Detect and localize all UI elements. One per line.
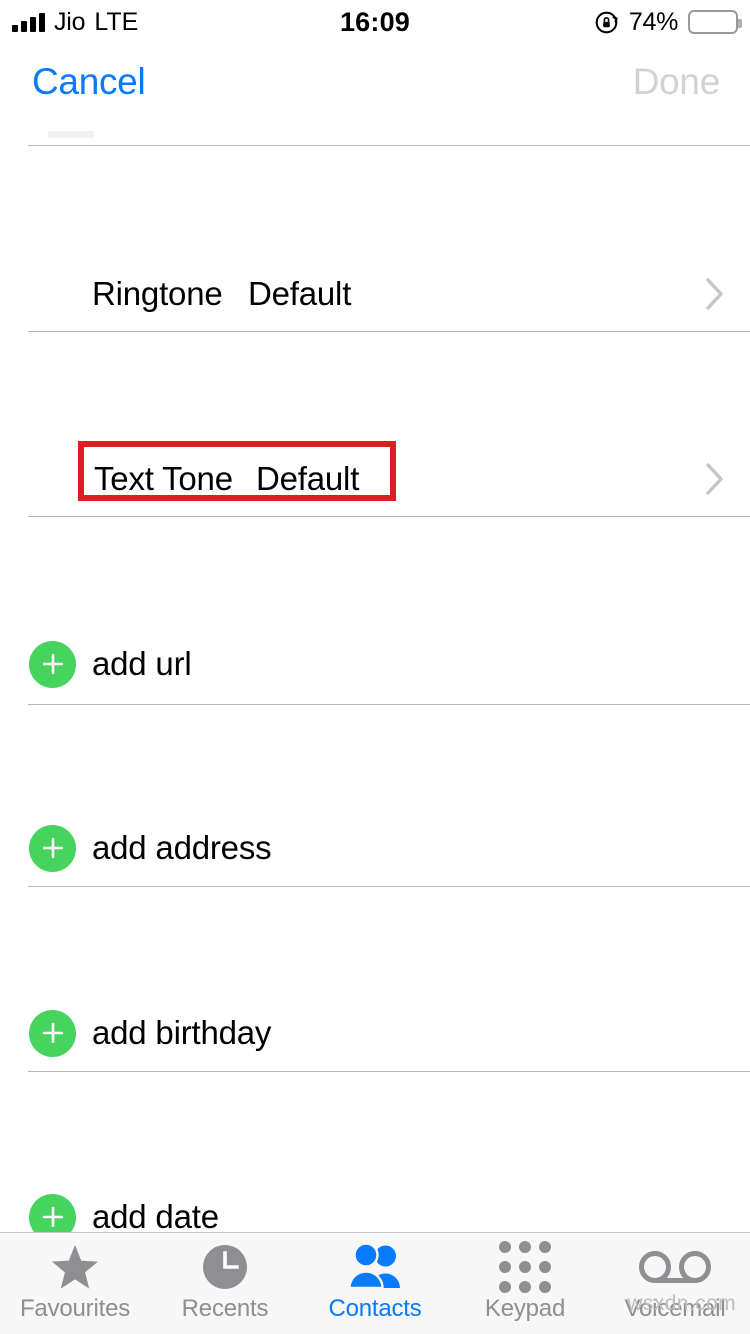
add-address-label: add address	[92, 829, 272, 866]
plus-icon	[42, 837, 63, 859]
row-ringtone[interactable]: Ringtone Default	[0, 264, 750, 324]
tab-favourites-label: Favourites	[19, 1295, 131, 1322]
tab-recents[interactable]: Recents	[150, 1233, 300, 1334]
add-date-plus-button[interactable]	[29, 1193, 76, 1232]
status-bar-right: 74%	[594, 0, 742, 44]
battery-icon	[688, 10, 742, 34]
contact-edit-list[interactable]: Ringtone Default Text Tone Default add u…	[0, 120, 750, 1232]
keypad-dots-icon	[499, 1241, 551, 1293]
add-date-label: add date	[92, 1198, 219, 1232]
separator-after-add-url	[28, 704, 750, 705]
ringtone-value: Default	[248, 275, 352, 312]
separator-top	[28, 145, 750, 146]
ringtone-label: Ringtone	[92, 275, 223, 312]
tab-voicemail-label: Voicemail	[624, 1295, 726, 1322]
separator-after-add-birthday	[28, 1071, 750, 1072]
chevron-right-icon	[706, 463, 724, 495]
tab-bar: Favourites Recents Contacts Keypad Voice…	[0, 1232, 750, 1334]
add-url-plus-button[interactable]	[29, 640, 76, 688]
separator-after-add-address	[28, 886, 750, 887]
tab-keypad-label: Keypad	[484, 1295, 566, 1322]
add-birthday-plus-button[interactable]	[29, 1009, 76, 1057]
plus-icon	[42, 653, 63, 675]
tab-contacts[interactable]: Contacts	[300, 1233, 450, 1334]
row-add-birthday[interactable]: add birthday	[0, 1003, 750, 1063]
clipped-row-above	[0, 120, 750, 145]
add-address-plus-button[interactable]	[29, 824, 76, 872]
chevron-right-icon	[706, 278, 724, 310]
battery-percentage: 74%	[628, 7, 678, 36]
rotation-lock-icon	[595, 11, 618, 33]
add-birthday-label: add birthday	[92, 1014, 272, 1051]
plus-icon	[42, 1022, 63, 1044]
plus-icon	[42, 1206, 63, 1228]
add-url-label: add url	[92, 645, 192, 682]
separator-after-text-tone	[28, 516, 750, 517]
cancel-button[interactable]: Cancel	[32, 44, 146, 120]
status-bar: Jio LTE 16:09 74%	[0, 0, 750, 44]
separator-after-ringtone	[28, 331, 750, 332]
contacts-icon	[346, 1243, 404, 1291]
tab-recents-label: Recents	[181, 1295, 269, 1322]
navigation-bar: Cancel Done	[0, 44, 750, 120]
star-icon	[50, 1243, 100, 1291]
clock-icon	[201, 1243, 249, 1291]
tab-favourites[interactable]: Favourites	[0, 1233, 150, 1334]
tab-contacts-label: Contacts	[328, 1295, 422, 1322]
row-add-date[interactable]: add date	[0, 1187, 750, 1232]
row-add-url[interactable]: add url	[0, 634, 750, 694]
tab-keypad[interactable]: Keypad	[450, 1233, 600, 1334]
clipped-row-ghost-text	[48, 131, 94, 138]
text-tone-value: Default	[256, 460, 360, 497]
row-text-tone[interactable]: Text Tone Default	[0, 449, 750, 509]
phone-screen: Jio LTE 16:09 74% Cancel Done Ringtone D…	[0, 0, 750, 1334]
tab-voicemail[interactable]: Voicemail	[600, 1233, 750, 1334]
done-button[interactable]: Done	[633, 44, 721, 120]
row-add-address[interactable]: add address	[0, 818, 750, 878]
text-tone-label: Text Tone	[94, 460, 233, 497]
voicemail-icon	[638, 1243, 712, 1291]
